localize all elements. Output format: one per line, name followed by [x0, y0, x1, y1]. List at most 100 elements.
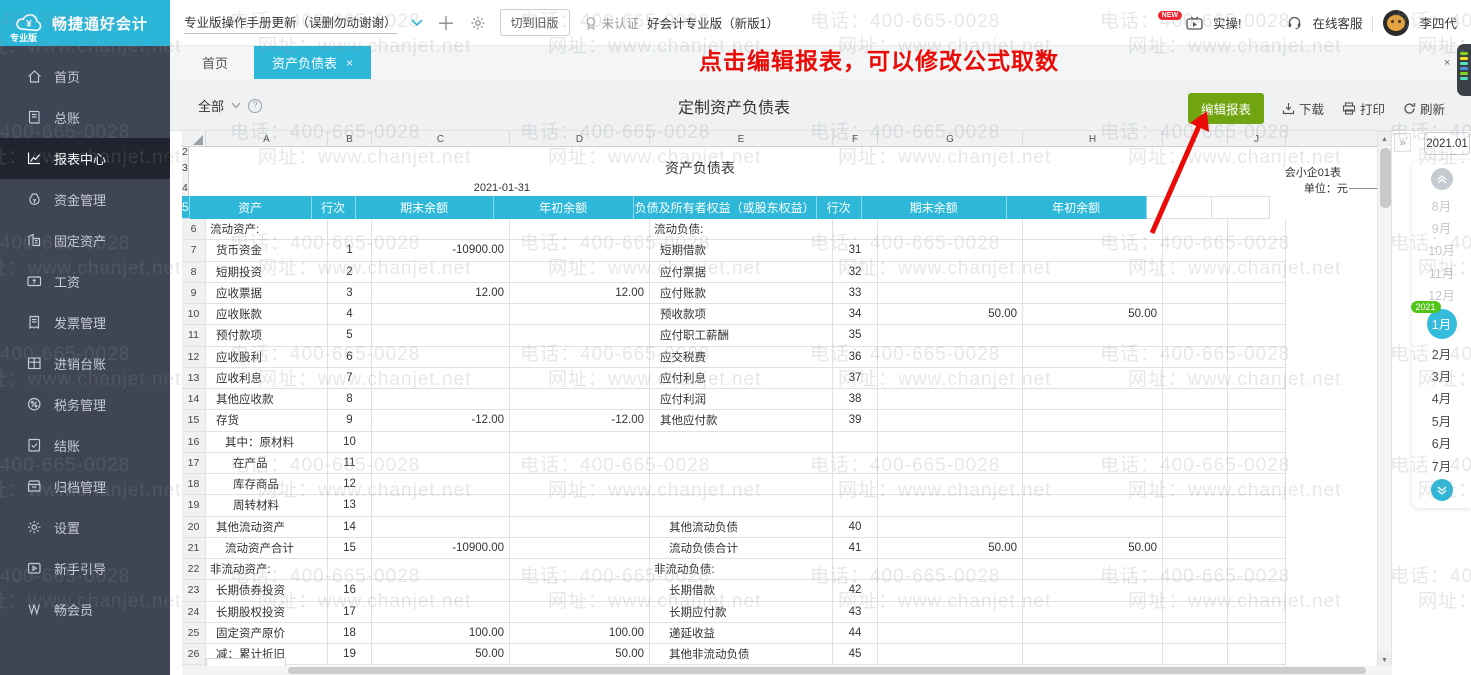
table-cell[interactable]	[372, 432, 510, 453]
table-cell[interactable]	[1163, 495, 1228, 516]
add-tab-icon[interactable]: ＋	[437, 9, 456, 36]
table-cell[interactable]	[878, 347, 1023, 368]
table-cell[interactable]	[1023, 347, 1163, 368]
table-cell[interactable]	[1163, 517, 1228, 538]
table-cell[interactable]: 50.00	[878, 538, 1023, 559]
table-cell[interactable]: 预付款项	[206, 325, 328, 346]
month-item[interactable]: 3月	[1412, 364, 1471, 386]
table-cell[interactable]: 预收款项	[650, 304, 833, 325]
support-label[interactable]: 在线客服	[1312, 13, 1362, 32]
table-cell[interactable]	[1023, 495, 1163, 516]
table-cell[interactable]	[1228, 623, 1286, 644]
table-cell[interactable]: 非流动负债:	[650, 559, 833, 580]
table-cell[interactable]	[1228, 389, 1286, 410]
table-cell[interactable]: 其中：原材料	[206, 432, 328, 453]
header-cell[interactable]: 年初余额	[1007, 196, 1147, 219]
months-scroll-up-icon[interactable]	[1431, 168, 1453, 190]
table-cell[interactable]	[372, 474, 510, 495]
header-cell[interactable]: 期末余额	[356, 196, 494, 219]
table-cell[interactable]	[1163, 304, 1228, 325]
table-cell[interactable]	[878, 453, 1023, 474]
table-cell[interactable]	[510, 389, 650, 410]
sidebar-item-3[interactable]: 资金管理	[0, 179, 170, 220]
table-cell[interactable]: 应付票据	[650, 262, 833, 283]
table-cell[interactable]: 长期债券投资	[206, 580, 328, 601]
table-cell[interactable]: 6	[328, 347, 372, 368]
table-cell[interactable]	[510, 240, 650, 261]
table-cell[interactable]: 12.00	[372, 283, 510, 304]
month-item-selected[interactable]: 20211月	[1427, 309, 1457, 339]
table-cell[interactable]	[878, 644, 1023, 665]
month-item[interactable]: 11月	[1412, 261, 1471, 283]
header-cell[interactable]: 资产	[190, 196, 312, 219]
table-cell[interactable]	[510, 368, 650, 389]
table-cell[interactable]	[878, 495, 1023, 516]
table-cell[interactable]: 39	[833, 410, 878, 431]
table-cell[interactable]	[650, 474, 833, 495]
column-letter-E[interactable]: E	[650, 131, 833, 147]
vertical-scrollbar[interactable]: ▲ ▼	[1377, 131, 1392, 668]
table-cell[interactable]: 短期投资	[206, 262, 328, 283]
table-cell[interactable]: 42	[833, 580, 878, 601]
months-scroll-down-icon[interactable]	[1431, 479, 1453, 501]
table-cell[interactable]: 其他应收款	[206, 389, 328, 410]
sidebar-item-6[interactable]: 发票管理	[0, 302, 170, 343]
table-cell[interactable]	[510, 219, 650, 240]
table-cell[interactable]	[510, 602, 650, 623]
table-cell[interactable]	[1228, 517, 1286, 538]
avatar[interactable]	[1383, 10, 1409, 36]
table-cell[interactable]	[328, 219, 372, 240]
table-cell[interactable]: 应付利息	[650, 368, 833, 389]
sidebar-item-8[interactable]: 税务管理	[0, 384, 170, 425]
month-item[interactable]: 4月	[1412, 387, 1471, 409]
table-cell[interactable]: 9	[328, 410, 372, 431]
table-cell[interactable]	[833, 474, 878, 495]
table-cell[interactable]	[1023, 219, 1163, 240]
table-cell[interactable]	[1163, 410, 1228, 431]
table-cell[interactable]: 非流动资产:	[206, 559, 328, 580]
table-cell[interactable]	[650, 432, 833, 453]
table-cell[interactable]	[372, 495, 510, 516]
table-cell[interactable]: 13	[328, 495, 372, 516]
table-cell[interactable]: 存货	[206, 410, 328, 431]
period-input[interactable]	[1424, 132, 1470, 155]
table-cell[interactable]: 其他流动资产	[206, 517, 328, 538]
sidebar-item-5[interactable]: 工资	[0, 261, 170, 302]
table-cell[interactable]	[878, 432, 1023, 453]
scroll-down-icon[interactable]: ▼	[1378, 653, 1391, 667]
table-cell[interactable]: -10900.00	[372, 538, 510, 559]
header-cell[interactable]: 行次	[817, 196, 862, 219]
table-cell[interactable]	[1023, 453, 1163, 474]
select-all-corner[interactable]	[182, 131, 206, 147]
floating-widget[interactable]	[1457, 44, 1471, 96]
table-cell[interactable]	[510, 304, 650, 325]
table-cell[interactable]: 50.00	[1023, 538, 1163, 559]
blank-underline-cell[interactable]	[1349, 175, 1377, 189]
table-cell[interactable]	[1228, 559, 1286, 580]
table-cell[interactable]	[1163, 389, 1228, 410]
table-cell[interactable]: 12	[328, 474, 372, 495]
table-cell[interactable]	[1023, 325, 1163, 346]
table-cell[interactable]: 1	[328, 240, 372, 261]
table-cell[interactable]	[878, 283, 1023, 304]
collapse-panel-icon[interactable]: »	[1394, 133, 1411, 152]
scroll-up-icon[interactable]: ▲	[1378, 132, 1391, 146]
month-item[interactable]: 5月	[1412, 409, 1471, 431]
table-cell[interactable]	[1023, 283, 1163, 304]
username-label[interactable]: 李四代	[1419, 13, 1457, 32]
table-cell[interactable]	[878, 262, 1023, 283]
tab-home[interactable]: 首页	[184, 46, 246, 79]
table-cell[interactable]	[833, 559, 878, 580]
table-cell[interactable]	[1163, 623, 1228, 644]
table-cell[interactable]: 40	[833, 517, 878, 538]
table-cell[interactable]: 其他应付款	[650, 410, 833, 431]
table-cell[interactable]: 36	[833, 347, 878, 368]
table-cell[interactable]: 41	[833, 538, 878, 559]
table-cell[interactable]	[878, 368, 1023, 389]
table-cell[interactable]	[1163, 347, 1228, 368]
sidebar-item-9[interactable]: 结账	[0, 425, 170, 466]
table-cell[interactable]: 递延收益	[650, 623, 833, 644]
table-cell[interactable]: 长期应付款	[650, 602, 833, 623]
table-cell[interactable]	[1163, 580, 1228, 601]
table-cell[interactable]: 50.00	[1023, 304, 1163, 325]
